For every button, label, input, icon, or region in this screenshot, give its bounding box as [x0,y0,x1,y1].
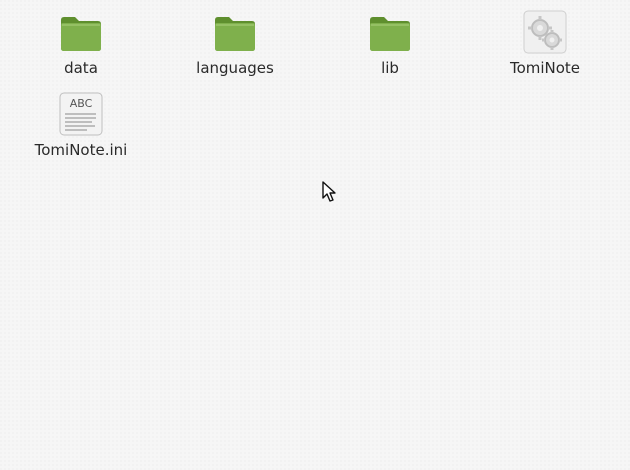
folder-item-languages[interactable]: languages [180,10,290,82]
folder-item-lib[interactable]: lib [335,10,445,82]
folder-icon [61,17,101,51]
item-label: languages [196,59,274,77]
text-file-icon: ABC [59,92,103,136]
gear-icon [523,10,567,54]
file-item-tominote-ini[interactable]: ABC TomiNote.ini [26,92,136,164]
folder-item-data[interactable]: data [26,10,136,82]
item-label: TomiNote.ini [34,141,128,159]
file-manager-content[interactable]: data languages lib TomiNote ABC TomiNote… [0,0,630,470]
item-label: lib [381,59,399,77]
folder-icon [370,17,410,51]
item-label: TomiNote [509,59,581,77]
folder-icon [215,17,255,51]
file-item-tominote[interactable]: TomiNote [490,10,600,82]
mouse-pointer-icon [322,181,336,202]
svg-text:ABC: ABC [70,97,93,110]
item-label: data [64,59,98,77]
